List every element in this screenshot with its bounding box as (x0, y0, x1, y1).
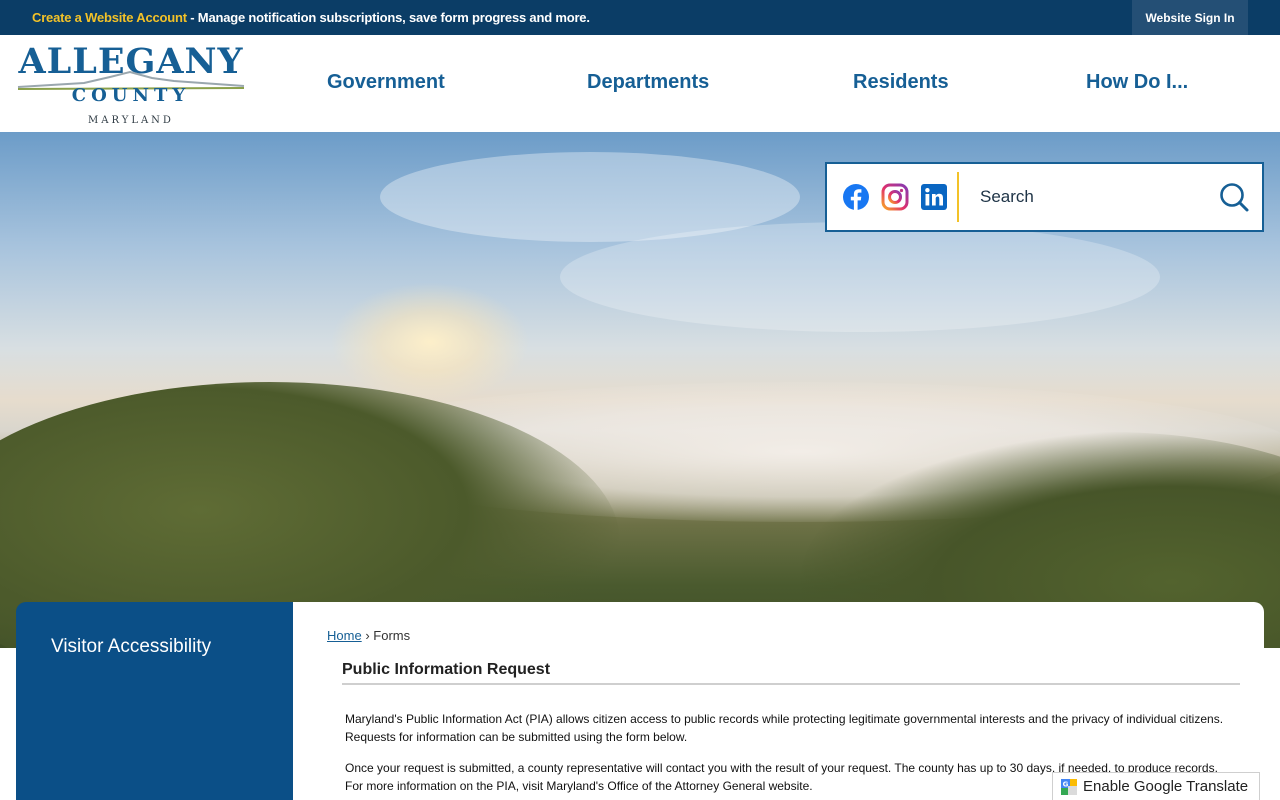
breadcrumb: Home › Forms (327, 628, 410, 643)
search-icon[interactable] (1218, 181, 1250, 213)
notification-text: - Manage notification subscriptions, sav… (186, 10, 590, 25)
breadcrumb-home-link[interactable]: Home (327, 628, 362, 643)
nav-how-do-i[interactable]: How Do I... (1086, 71, 1188, 94)
hero-sun (330, 282, 530, 402)
nav-departments[interactable]: Departments (587, 71, 709, 94)
site-header: ALLEGANY COUNTY MARYLAND Government Depa… (0, 35, 1280, 132)
website-sign-in-button[interactable]: Website Sign In (1132, 0, 1248, 35)
hero-cloud (560, 222, 1160, 332)
main-content: Home › Forms Public Information Request … (293, 602, 1264, 800)
county-logo[interactable]: ALLEGANY COUNTY MARYLAND (14, 41, 248, 129)
nav-government[interactable]: Government (327, 71, 445, 94)
social-search-panel: Search (825, 162, 1264, 232)
sidebar-item-visitor-accessibility[interactable]: Visitor Accessibility (51, 636, 211, 658)
title-divider (342, 683, 1240, 685)
create-account-link[interactable]: Create a Website Account (32, 10, 187, 25)
sidebar: Visitor Accessibility (16, 602, 293, 800)
intro-paragraph: Maryland's Public Information Act (PIA) … (345, 712, 1224, 744)
facebook-icon[interactable] (842, 183, 870, 211)
instagram-icon[interactable] (881, 183, 909, 211)
logo-subtitle: COUNTY (71, 85, 191, 106)
notification-bar: Create a Website Account - Manage notifi… (0, 0, 1280, 35)
linkedin-icon[interactable] (920, 183, 948, 211)
google-translate-label: Enable Google Translate (1083, 778, 1249, 795)
notification-message: Create a Website Account - Manage notifi… (32, 10, 590, 25)
breadcrumb-current: Forms (373, 628, 411, 643)
google-translate-icon: G (1061, 778, 1077, 795)
search-input[interactable]: Search (980, 187, 1034, 207)
page-title: Public Information Request (342, 661, 551, 678)
panel-divider (957, 172, 959, 222)
google-translate-button[interactable]: G Enable Google Translate (1052, 772, 1260, 800)
logo-state: MARYLAND (88, 115, 174, 126)
nav-residents[interactable]: Residents (853, 71, 949, 94)
breadcrumb-separator: › (365, 628, 370, 643)
svg-text:G: G (1063, 780, 1069, 788)
